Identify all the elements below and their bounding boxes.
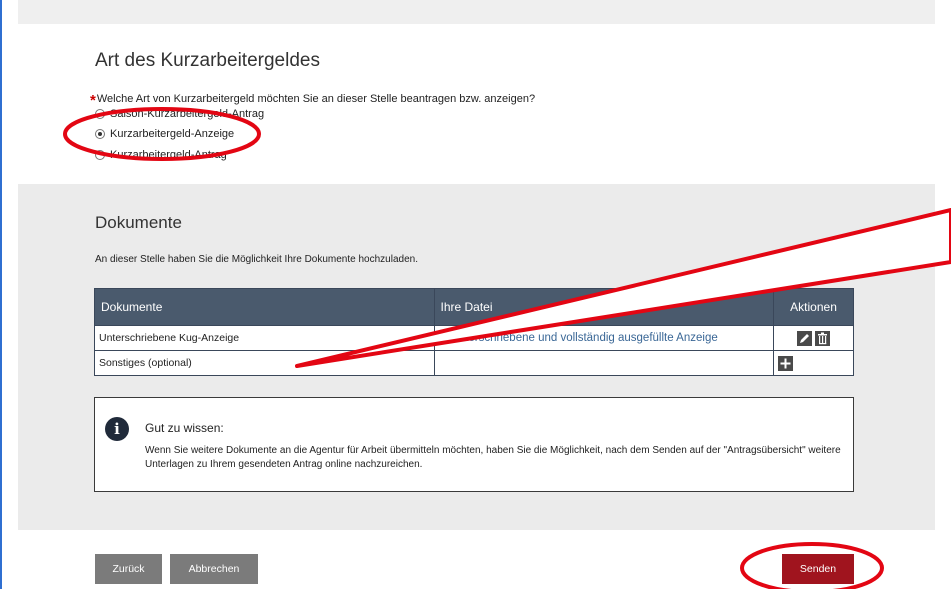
info-text: Wenn Sie weitere Dokumente an die Agentu… <box>145 445 841 470</box>
trash-icon[interactable] <box>814 330 830 346</box>
send-button[interactable]: Senden <box>782 554 854 584</box>
back-button[interactable]: Zurück <box>95 554 162 584</box>
documents-subtitle: An dieser Stelle haben Sie die Möglichke… <box>95 254 418 265</box>
actions-cell <box>773 350 854 376</box>
plus-icon[interactable] <box>778 355 794 371</box>
footer: Zurück Abbrechen Senden <box>18 530 935 589</box>
radio-kug-anzeige[interactable]: Kurzarbeitergeld-Anzeige <box>95 128 234 140</box>
radio-button-checked[interactable] <box>95 129 105 139</box>
question-text: Welche Art von Kurzarbeitergeld möchten … <box>96 93 536 105</box>
col-header-documents: Dokumente <box>94 288 435 326</box>
required-marker: * <box>90 92 96 109</box>
art-question: *Welche Art von Kurzarbeitergeld möchten… <box>90 92 535 109</box>
art-section: Art des Kurzarbeitergeldes *Welche Art v… <box>18 24 935 184</box>
doc-name-cell: Sonstiges (optional) <box>94 350 435 376</box>
radio-kug-antrag[interactable]: Kurzarbeitergeld-Antrag <box>95 149 227 161</box>
radio-button[interactable] <box>95 109 105 119</box>
radio-label: Kurzarbeitergeld-Anzeige <box>110 128 235 140</box>
doc-name-cell: Unterschriebene Kug-Anzeige <box>94 325 435 351</box>
table-row: Sonstiges (optional) <box>94 350 854 376</box>
edit-icon[interactable] <box>797 330 813 346</box>
radio-saison-antrag[interactable]: Saison-Kurzarbeitergeld-Antrag <box>95 108 264 120</box>
cancel-button[interactable]: Abbrechen <box>170 554 258 584</box>
col-header-file: Ihre Datei <box>433 288 775 326</box>
art-title: Art des Kurzarbeitergeldes <box>95 50 320 71</box>
radio-label: Saison-Kurzarbeitergeld-Antrag <box>110 108 265 120</box>
uploaded-file-link[interactable]: Unterschriebene und vollständig ausgefül… <box>433 325 775 351</box>
info-box: i Gut zu wissen: Wenn Sie weitere Dokume… <box>94 397 854 492</box>
documents-title: Dokumente <box>95 213 182 232</box>
info-icon: i <box>105 417 129 441</box>
documents-table: Dokumente Ihre Datei Aktionen Unterschri… <box>94 288 854 376</box>
radio-label: Kurzarbeitergeld-Antrag <box>110 149 227 161</box>
window-left-border <box>0 0 2 589</box>
radio-button[interactable] <box>95 150 105 160</box>
info-title: Gut zu wissen: <box>145 421 224 435</box>
actions-cell <box>773 325 854 351</box>
top-band <box>18 0 935 24</box>
uploaded-file-link <box>433 350 775 376</box>
col-header-actions: Aktionen <box>773 288 854 326</box>
documents-section: Dokumente An dieser Stelle haben Sie die… <box>18 184 935 530</box>
table-row: Unterschriebene Kug-Anzeige Unterschrieb… <box>94 325 854 351</box>
